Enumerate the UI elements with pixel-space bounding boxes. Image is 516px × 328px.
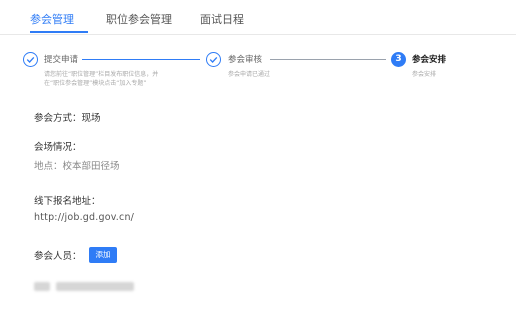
offline-registration-url[interactable]: http://job.gd.gov.cn/ — [34, 212, 134, 223]
step-2-description: 参会申请已通过 — [228, 71, 271, 78]
active-tab-indicator — [30, 31, 88, 33]
top-tab-bar: 参会管理 职位参会管理 面试日程 — [0, 0, 516, 35]
add-attendee-button[interactable]: 添加 — [89, 247, 117, 263]
step-3-description: 参会安排 — [412, 71, 437, 78]
redacted-attendee-entry — [56, 282, 134, 291]
offline-registration-label: 线下报名地址： — [34, 196, 101, 207]
venue-location: 地点：校本部田径场 — [34, 161, 120, 172]
tab-participation-management[interactable]: 参会管理 — [30, 11, 74, 27]
check-icon — [206, 52, 221, 67]
step-connector — [82, 59, 200, 60]
check-icon — [23, 52, 38, 67]
participation-method-label: 参会方式：现场 — [34, 113, 101, 124]
step-2-title: 参会审核 — [228, 55, 263, 65]
progress-steps: 提交申请 请您前往“职位管理”栏目发布职位信息，并 在“职位参会管理”模块点击“… — [0, 46, 516, 96]
attendees-label: 参会人员： — [34, 251, 82, 262]
tab-position-participation[interactable]: 职位参会管理 — [106, 11, 172, 27]
redacted-attendee-entry — [34, 282, 50, 291]
participation-method-value: 现场 — [81, 113, 101, 124]
tab-interview-schedule[interactable]: 面试日程 — [200, 11, 244, 27]
step-1-description: 请您前往“职位管理”栏目发布职位信息，并 在“职位参会管理”模块点击“加入专题” — [44, 71, 159, 87]
venue-label: 会场情况： — [34, 142, 82, 153]
step-1-title: 提交申请 — [44, 55, 79, 65]
step-3-number: 3 — [391, 52, 406, 67]
step-connector — [270, 59, 386, 60]
step-3-title: 参会安排 — [412, 55, 447, 65]
